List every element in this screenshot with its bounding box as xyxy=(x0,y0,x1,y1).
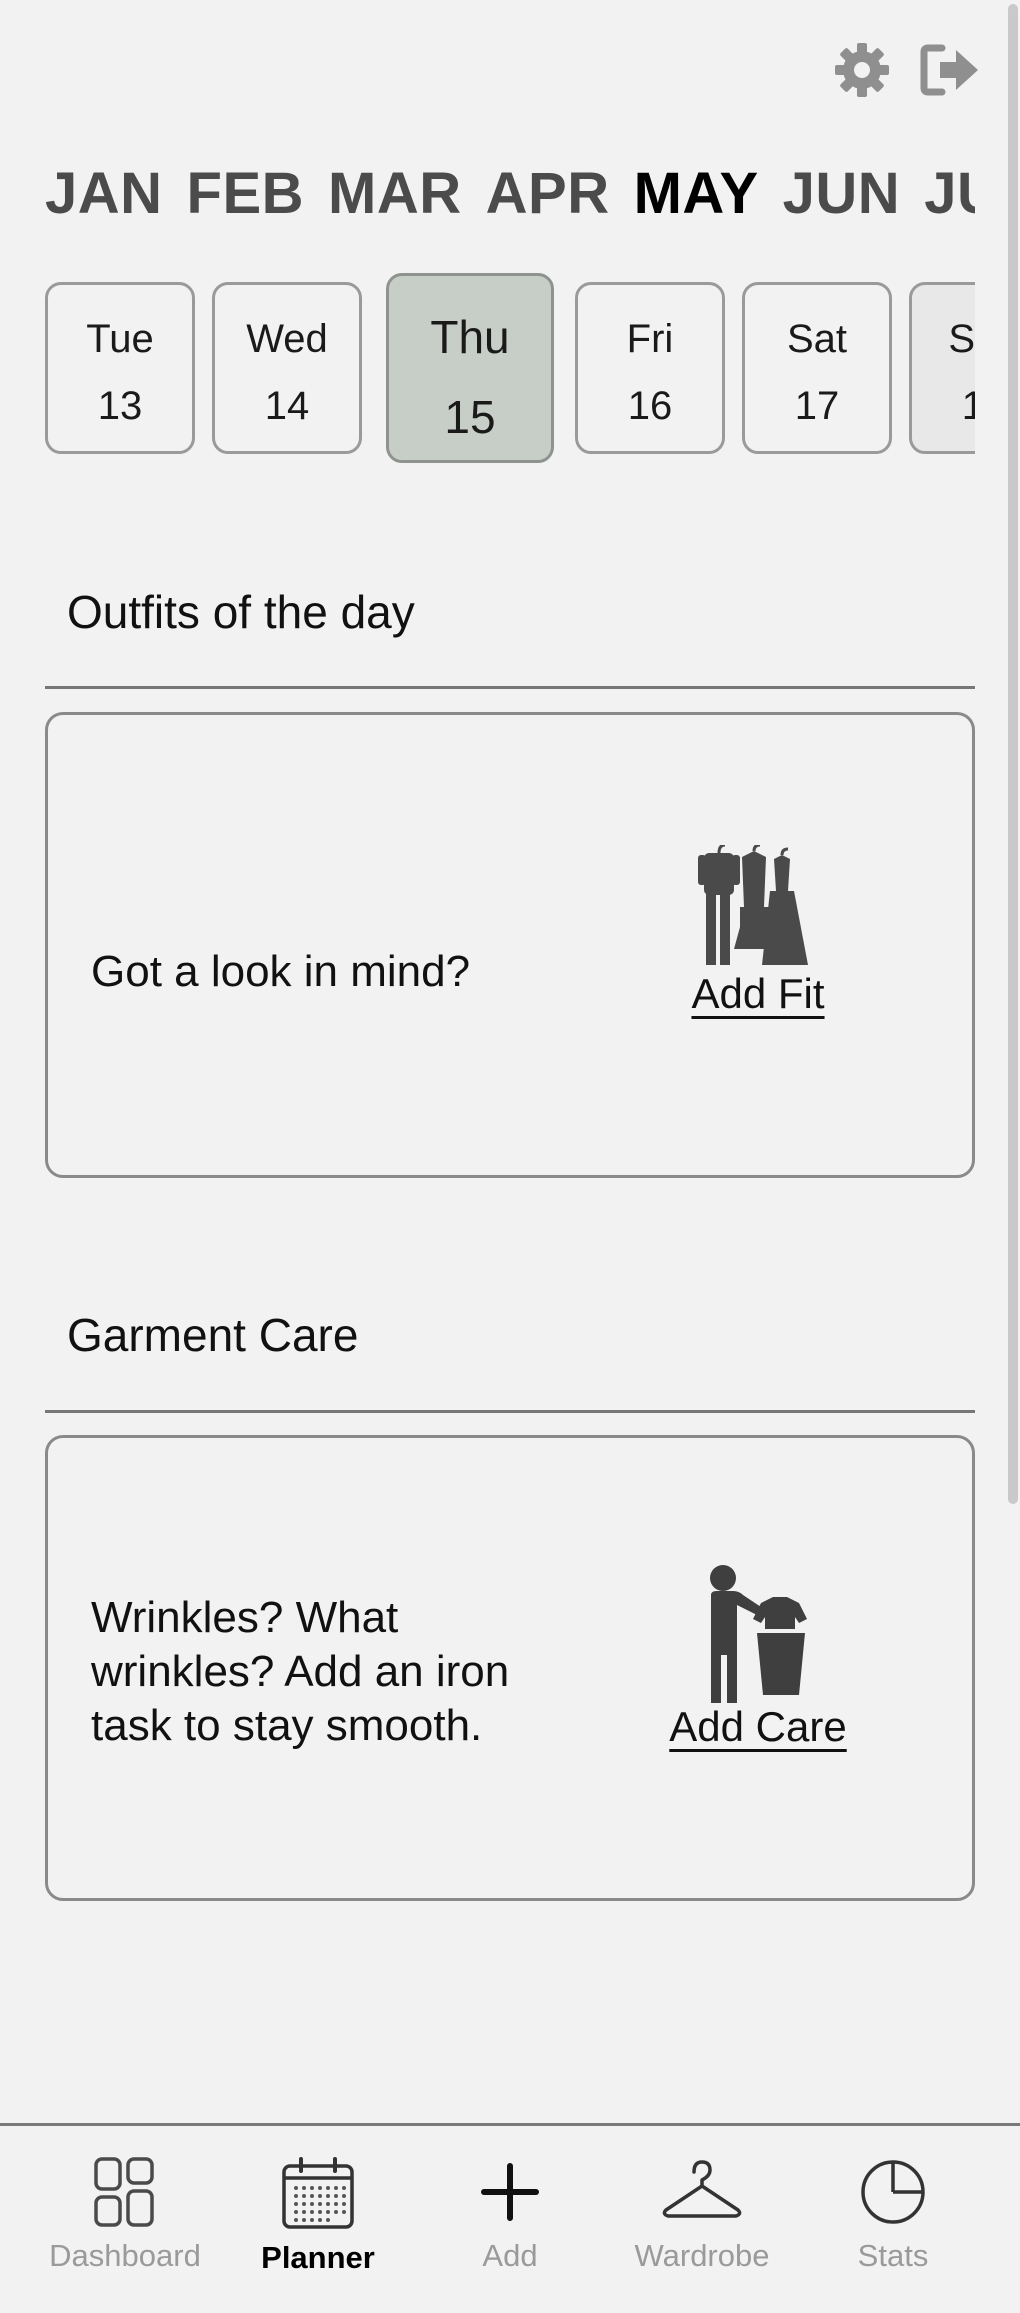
nav-stats-label: Stats xyxy=(857,2238,929,2273)
month-mar[interactable]: MAR xyxy=(328,160,462,227)
month-jan[interactable]: JAN xyxy=(45,160,163,227)
nav-add[interactable]: Add xyxy=(415,2126,605,2274)
day-name: Wed xyxy=(246,317,328,361)
month-feb[interactable]: FEB xyxy=(187,160,305,227)
outfits-prompt: Got a look in mind? xyxy=(91,947,471,996)
day-selector: Tue 13 Wed 14 Thu 15 Fri 16 Sat 17 Sun 1… xyxy=(45,270,975,470)
nav-wardrobe[interactable]: Wardrobe xyxy=(607,2126,797,2274)
hanger-icon xyxy=(607,2156,797,2228)
month-apr[interactable]: APR xyxy=(486,160,610,227)
gear-icon[interactable] xyxy=(832,40,892,100)
day-sun-18[interactable]: Sun 18 xyxy=(909,282,975,454)
day-name: Fri xyxy=(626,317,674,361)
day-thu-15-selected[interactable]: Thu 15 xyxy=(386,273,554,463)
day-wed-14[interactable]: Wed 14 xyxy=(212,282,362,454)
care-section-title: Garment Care xyxy=(67,1309,359,1361)
nav-stats[interactable]: Stats xyxy=(798,2126,988,2274)
day-number: 17 xyxy=(794,384,840,428)
header-actions xyxy=(832,40,982,100)
day-name: Thu xyxy=(430,311,510,363)
laundry-person-icon xyxy=(663,1563,853,1703)
logout-icon[interactable] xyxy=(918,42,982,98)
nav-planner[interactable]: Planner xyxy=(223,2126,413,2276)
day-fri-16[interactable]: Fri 16 xyxy=(575,282,725,454)
day-name: Sun xyxy=(948,317,975,361)
day-number: 13 xyxy=(97,384,143,428)
clothes-rack-icon xyxy=(678,845,838,970)
outfits-divider xyxy=(45,686,975,689)
outfits-section-title: Outfits of the day xyxy=(67,586,415,638)
month-may[interactable]: MAY xyxy=(634,160,759,227)
calendar-icon xyxy=(223,2156,413,2230)
care-prompt: Wrinkles? What wrinkles? Add an iron tas… xyxy=(91,1593,510,1750)
add-fit-action: Add Fit xyxy=(678,845,838,1018)
outfits-card: Got a look in mind? Add Fit xyxy=(45,712,975,1178)
care-divider xyxy=(45,1410,975,1413)
day-number: 18 xyxy=(961,384,975,428)
add-care-action: Add Care xyxy=(663,1563,853,1751)
nav-planner-label: Planner xyxy=(261,2240,375,2275)
pie-chart-icon xyxy=(798,2156,988,2228)
day-number: 15 xyxy=(444,391,496,443)
scrollbar[interactable] xyxy=(1006,0,1020,2125)
bottom-nav: Dashboard Planner Add Wardrobe Stats xyxy=(0,2123,1020,2313)
day-name: Tue xyxy=(86,317,154,361)
day-name: Sat xyxy=(786,317,848,361)
care-card: Wrinkles? What wrinkles? Add an iron tas… xyxy=(45,1435,975,1901)
day-tue-13[interactable]: Tue 13 xyxy=(45,282,195,454)
day-number: 14 xyxy=(264,384,310,428)
month-jul[interactable]: JUL xyxy=(924,160,975,227)
add-care-link[interactable]: Add Care xyxy=(669,1703,846,1750)
month-jun[interactable]: JUN xyxy=(783,160,901,227)
nav-dashboard-label: Dashboard xyxy=(49,2238,201,2273)
plus-icon xyxy=(415,2156,605,2228)
nav-dashboard[interactable]: Dashboard xyxy=(30,2126,220,2274)
nav-add-label: Add xyxy=(482,2238,538,2273)
scrollbar-thumb[interactable] xyxy=(1008,4,1018,1504)
nav-wardrobe-label: Wardrobe xyxy=(634,2238,770,2273)
day-number: 16 xyxy=(627,384,673,428)
day-sat-17[interactable]: Sat 17 xyxy=(742,282,892,454)
month-selector: JAN FEB MAR APR MAY JUN JUL xyxy=(45,160,975,227)
add-fit-link[interactable]: Add Fit xyxy=(691,970,824,1017)
dashboard-icon xyxy=(30,2156,220,2228)
